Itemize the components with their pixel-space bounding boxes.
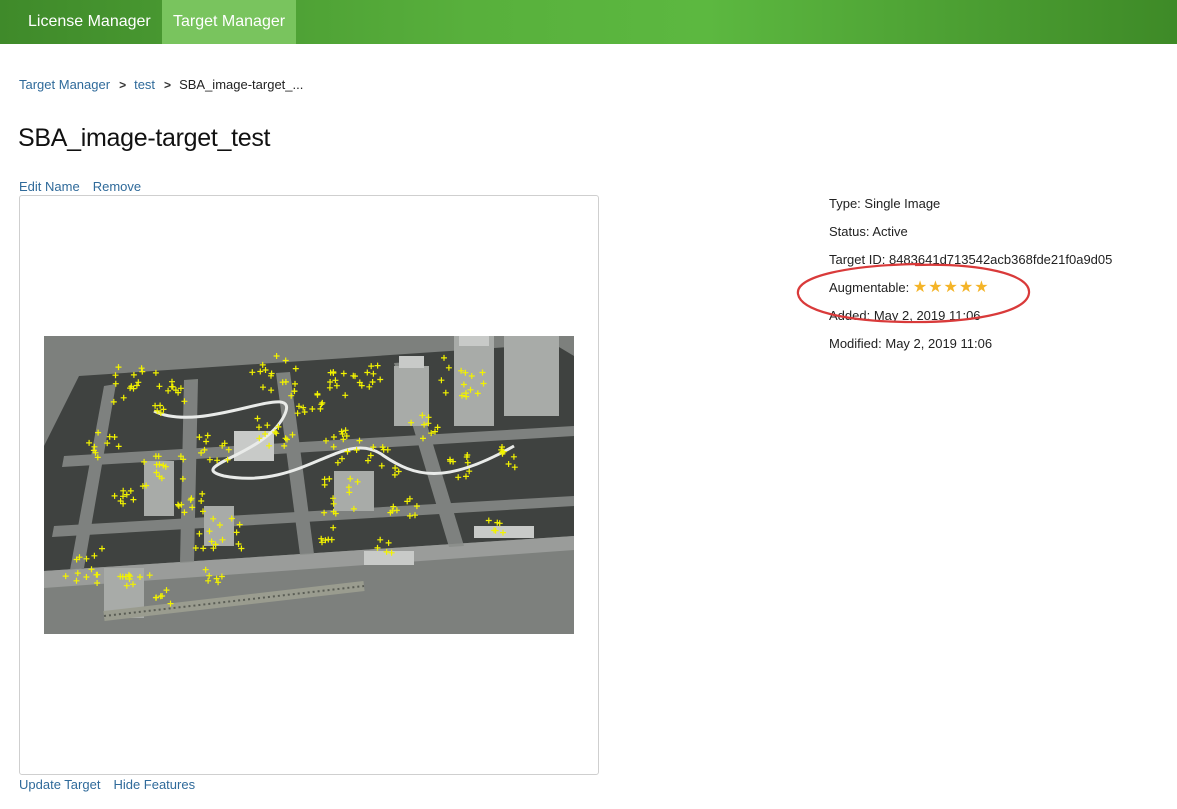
target-type: Type: Single Image	[829, 196, 941, 211]
breadcrumb-current: SBA_image-target_...	[179, 77, 304, 92]
breadcrumb: Target Manager > test > SBA_image-target_...	[19, 77, 303, 93]
target-modified: Modified: May 2, 2019 11:06	[829, 336, 993, 351]
chevron-right-icon: >	[164, 78, 172, 92]
top-nav: License Manager Target Manager	[0, 0, 1177, 44]
title-actions: Edit Name Remove	[19, 179, 154, 194]
target-image-panel	[19, 195, 599, 775]
nav-license-manager[interactable]: License Manager	[17, 0, 162, 44]
page-title: SBA_image-target_test	[18, 124, 271, 152]
edit-name-link[interactable]: Edit Name	[19, 179, 80, 194]
breadcrumb-test[interactable]: test	[134, 77, 155, 92]
update-target-link[interactable]: Update Target	[19, 777, 100, 792]
hide-features-link[interactable]: Hide Features	[113, 777, 195, 792]
bottom-actions: Update Target Hide Features	[19, 777, 208, 792]
remove-link[interactable]: Remove	[93, 179, 141, 194]
chevron-right-icon: >	[119, 78, 127, 92]
target-image	[44, 336, 574, 634]
target-status: Status: Active	[829, 224, 908, 239]
nav-target-manager[interactable]: Target Manager	[162, 0, 297, 44]
breadcrumb-target-manager[interactable]: Target Manager	[19, 77, 110, 92]
highlight-annotation	[796, 262, 1031, 324]
